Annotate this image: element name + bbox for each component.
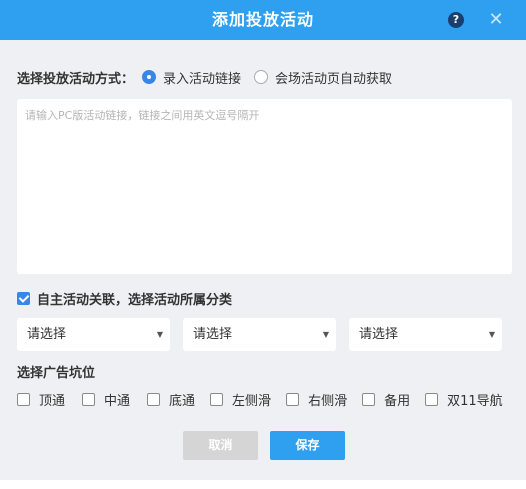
- auto-link-row[interactable]: 自主活动关联，选择活动所属分类: [17, 290, 233, 308]
- slot-left-slide-label: 左侧滑: [232, 393, 272, 409]
- slot-top[interactable]: 顶通: [17, 390, 65, 409]
- slot-double11-nav-label: 双11导航: [447, 393, 503, 409]
- radio-enter-link[interactable]: 录入活动链接: [142, 68, 241, 87]
- cancel-button[interactable]: 取消: [183, 431, 258, 460]
- radio-auto-fetch-label: 会场活动页自动获取: [275, 71, 393, 87]
- ad-slot-label: 选择广告坑位: [17, 366, 96, 381]
- dialog-body: 选择投放活动方式： 录入活动链接 会场活动页自动获取 自主活动关联，选择活动所属…: [0, 40, 526, 480]
- slot-bottom[interactable]: 底通: [147, 390, 195, 409]
- category-select-3[interactable]: 请选择 ▼: [349, 318, 502, 351]
- auto-link-checkbox[interactable]: [17, 291, 30, 305]
- slot-right-slide-checkbox[interactable]: [286, 392, 300, 406]
- slot-backup-checkbox[interactable]: [362, 392, 376, 406]
- auto-link-label: 自主活动关联，选择活动所属分类: [37, 292, 233, 308]
- slot-bottom-label: 底通: [169, 393, 196, 409]
- dialog-header: 添加投放活动 ? ✕: [0, 0, 526, 40]
- slot-left-slide[interactable]: 左侧滑: [210, 390, 271, 409]
- campaign-links-input[interactable]: [17, 99, 512, 274]
- category-select-2[interactable]: 请选择 ▼: [183, 318, 336, 351]
- slot-double11-nav-checkbox[interactable]: [425, 392, 439, 406]
- slot-middle-checkbox[interactable]: [82, 392, 96, 406]
- slot-middle[interactable]: 中通: [82, 390, 130, 409]
- ad-slot-options: 顶通 中通 底通 左侧滑 右侧滑 备用 双11导航: [17, 390, 503, 409]
- slot-backup-label: 备用: [384, 393, 411, 409]
- close-icon[interactable]: ✕: [488, 11, 504, 29]
- mode-label: 选择投放活动方式：: [17, 71, 135, 87]
- dropdown-arrow-icon: ▼: [156, 330, 163, 339]
- slot-double11-nav[interactable]: 双11导航: [425, 390, 503, 409]
- help-icon[interactable]: ?: [448, 12, 464, 28]
- category-select-1-value: 请选择: [27, 327, 67, 342]
- add-campaign-dialog: 添加投放活动 ? ✕ 选择投放活动方式： 录入活动链接 会场活动页自动获取 自主…: [0, 0, 526, 489]
- radio-auto-fetch[interactable]: 会场活动页自动获取: [254, 68, 392, 87]
- category-select-3-value: 请选择: [359, 327, 399, 342]
- category-select-2-value: 请选择: [193, 327, 233, 342]
- radio-enter-link-label: 录入活动链接: [163, 71, 242, 87]
- slot-top-checkbox[interactable]: [17, 392, 30, 406]
- save-button[interactable]: 保存: [270, 431, 345, 460]
- slot-right-slide[interactable]: 右侧滑: [286, 390, 347, 409]
- slot-right-slide-label: 右侧滑: [308, 393, 348, 409]
- slot-left-slide-checkbox[interactable]: [210, 392, 224, 406]
- category-select-1[interactable]: 请选择 ▼: [17, 318, 170, 351]
- slot-middle-label: 中通: [104, 393, 131, 409]
- radio-dot-icon[interactable]: [254, 70, 269, 84]
- slot-top-label: 顶通: [39, 393, 66, 409]
- dropdown-arrow-icon: ▼: [488, 330, 495, 339]
- dropdown-arrow-icon: ▼: [322, 330, 329, 339]
- radio-dot-selected-icon[interactable]: [142, 70, 157, 84]
- slot-bottom-checkbox[interactable]: [147, 392, 161, 406]
- slot-backup[interactable]: 备用: [362, 390, 410, 409]
- mode-row: 选择投放活动方式： 录入活动链接 会场活动页自动获取: [17, 68, 392, 87]
